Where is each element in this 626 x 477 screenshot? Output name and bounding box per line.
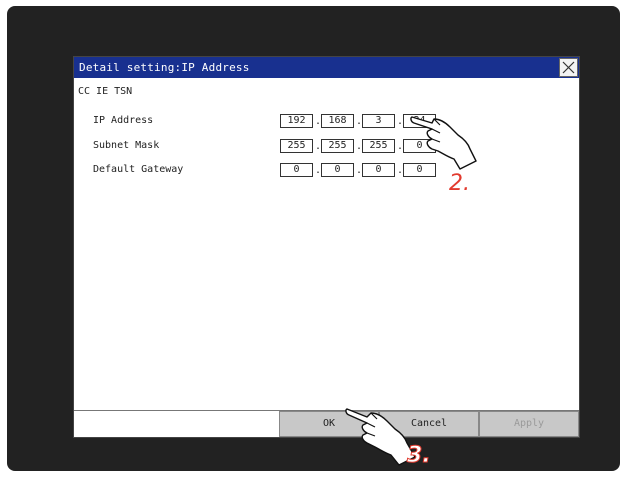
default-gateway-octet-2[interactable]: 0 — [321, 163, 354, 177]
default-gateway-octet-3[interactable]: 0 — [362, 163, 395, 177]
pointing-hand-icon — [410, 116, 477, 170]
step-3-callout: 3. — [407, 443, 432, 469]
subnet-mask-octet-2[interactable]: 255 — [321, 139, 354, 153]
ip-address-octet-2[interactable]: 168 — [321, 114, 354, 128]
dialog-titlebar: Detail setting:IP Address — [74, 57, 579, 78]
ip-address-label: IP Address — [93, 115, 154, 126]
subnet-mask-octet-1[interactable]: 255 — [280, 139, 313, 153]
ip-address-octet-3[interactable]: 3 — [362, 114, 395, 128]
ip-address-octet-1[interactable]: 192 — [280, 114, 313, 128]
subnet-mask-label: Subnet Mask — [93, 140, 160, 151]
touch-screen: Detail setting:IP Address CC IE TSN IP A… — [7, 6, 620, 471]
close-icon — [562, 61, 575, 74]
default-gateway-label: Default Gateway — [93, 164, 184, 175]
apply-button[interactable]: Apply — [479, 411, 579, 437]
dialog-button-bar: OK Cancel Apply — [74, 410, 579, 438]
section-heading: CC IE TSN — [78, 86, 133, 97]
dialog-title: Detail setting:IP Address — [79, 61, 250, 74]
default-gateway-octet-1[interactable]: 0 — [280, 163, 313, 177]
button-bar-blank-area — [74, 411, 279, 437]
close-button[interactable] — [559, 58, 578, 77]
detail-setting-dialog: Detail setting:IP Address CC IE TSN IP A… — [73, 56, 580, 438]
subnet-mask-octet-3[interactable]: 255 — [362, 139, 395, 153]
step-2-callout: 2. — [449, 171, 470, 196]
